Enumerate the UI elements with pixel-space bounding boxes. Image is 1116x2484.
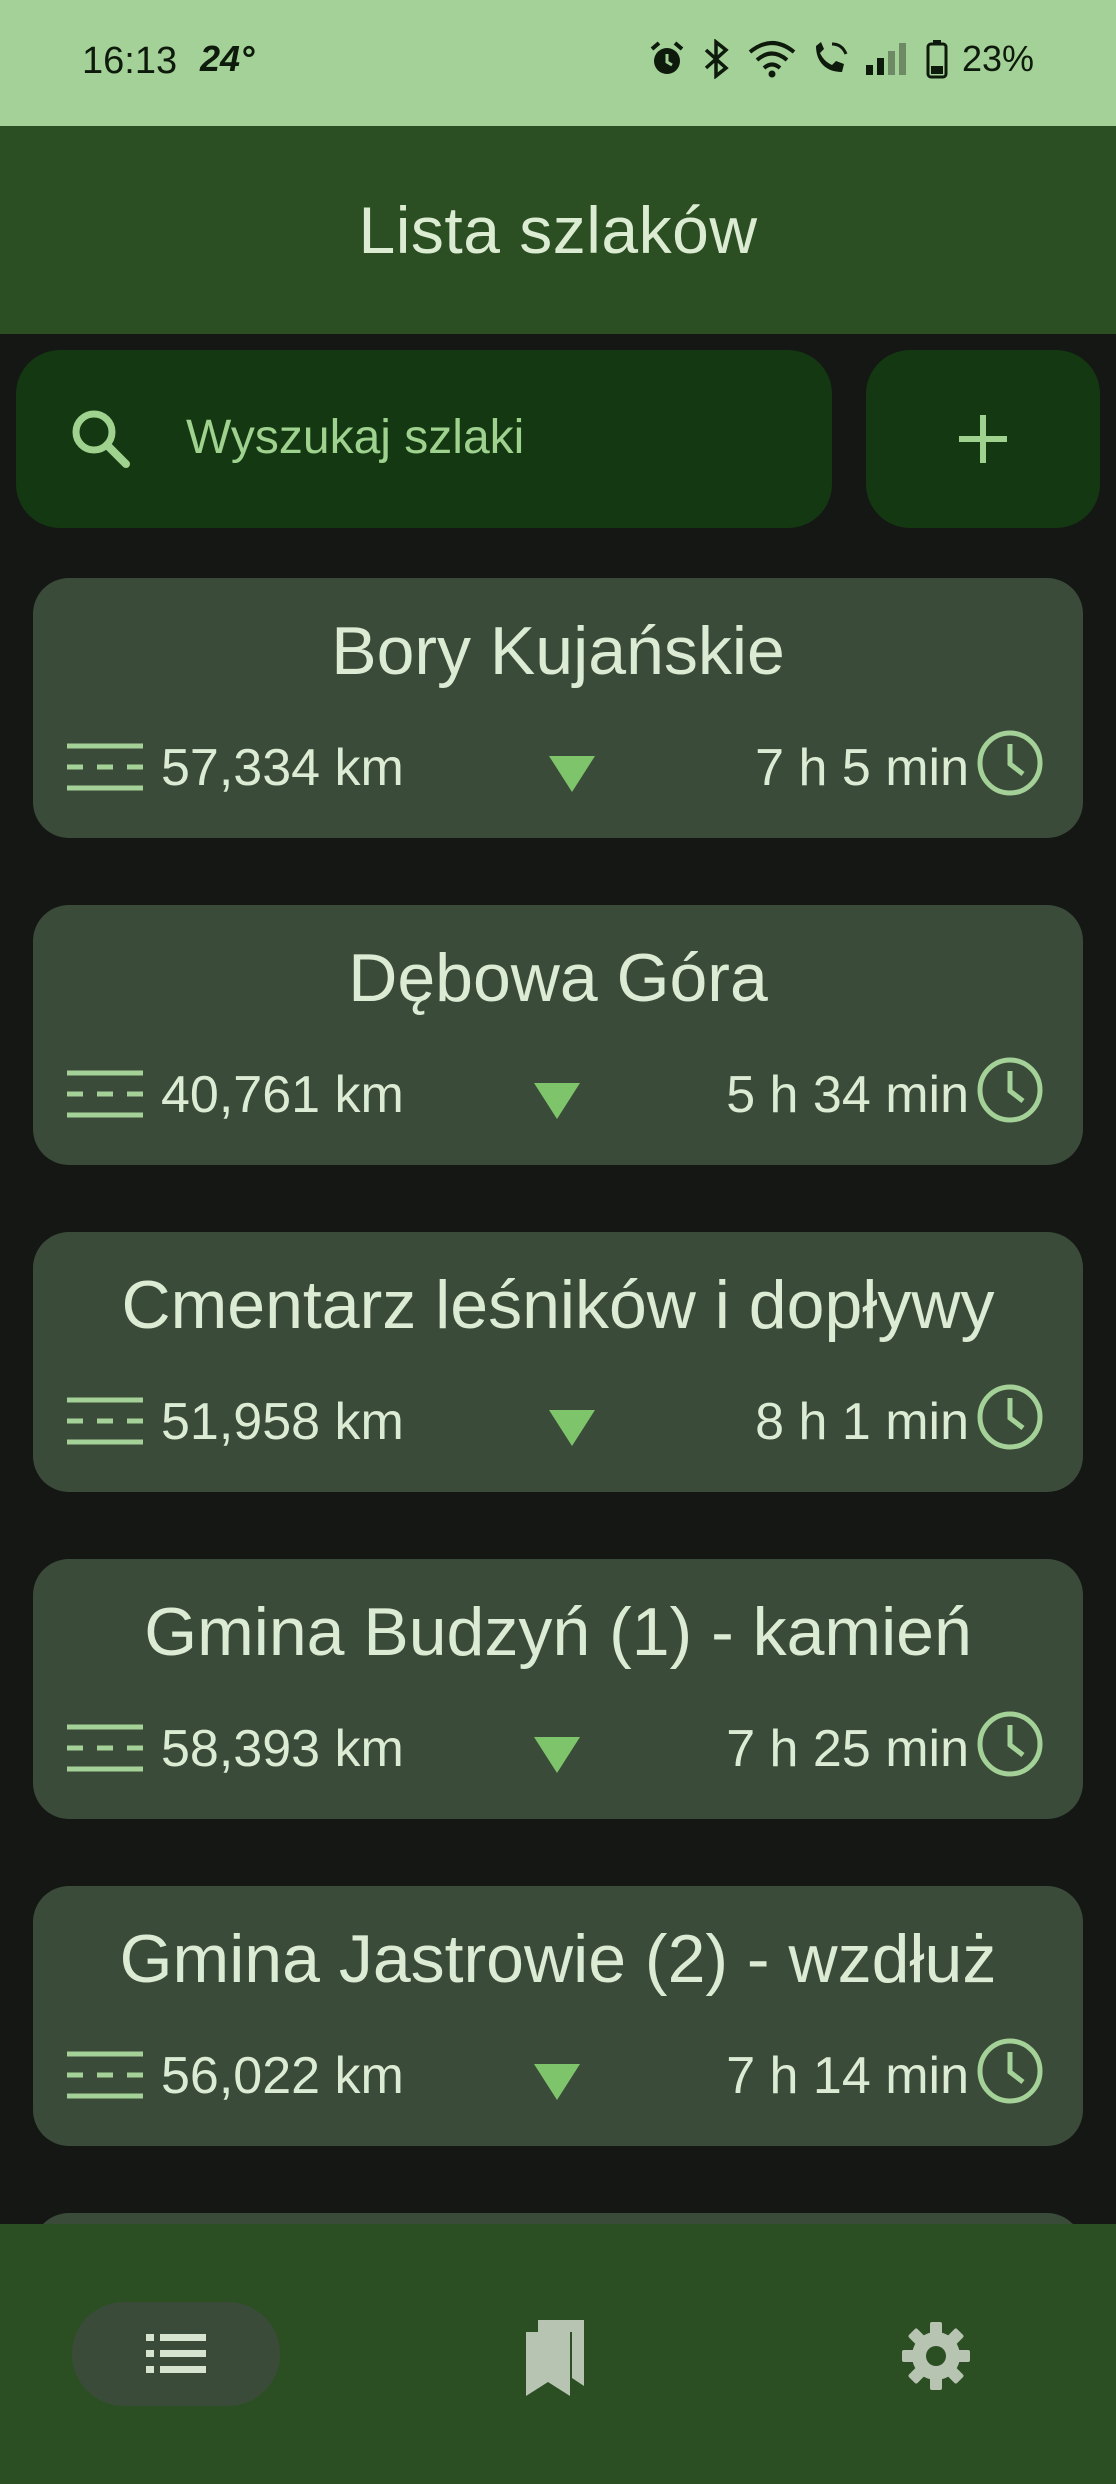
trail-duration: 7 h 25 min	[726, 1720, 969, 1778]
status-time: 16:13	[82, 40, 178, 82]
battery-percent: 23%	[961, 38, 1034, 79]
trail-duration: 7 h 5 min	[755, 739, 969, 797]
trail-card[interactable]: Gmina Jastrowie (2) - wzdłuż 56,022 km 7…	[33, 1886, 1083, 2146]
signal-icon	[865, 43, 906, 75]
distance-icon	[67, 1397, 143, 1445]
trail-distance: 51,958 km	[161, 1393, 404, 1451]
distance-icon	[67, 2051, 143, 2099]
wifi-calling-icon	[815, 42, 848, 72]
clock-icon	[977, 730, 1043, 796]
app-bar: Lista szlaków	[0, 126, 1116, 334]
search-input[interactable]: Wyszukaj szlaki	[16, 350, 832, 528]
alarm-icon	[650, 41, 684, 74]
bookmarks-icon[interactable]	[522, 2318, 592, 2398]
add-trail-button[interactable]	[866, 350, 1100, 528]
expand-arrow-icon[interactable]	[532, 1081, 582, 1121]
distance-icon	[67, 1724, 143, 1772]
trail-distance: 57,334 km	[161, 739, 404, 797]
trail-duration: 7 h 14 min	[726, 2047, 969, 2105]
trail-card[interactable]: Gmina Budzyń (1) - kamień 58,393 km 7 h …	[33, 1559, 1083, 1819]
clock-icon	[977, 1711, 1043, 1777]
settings-icon[interactable]	[900, 2320, 972, 2392]
expand-arrow-icon[interactable]	[547, 1408, 597, 1448]
search-icon	[72, 410, 130, 468]
distance-icon	[67, 1070, 143, 1118]
clock-icon	[977, 1384, 1043, 1450]
search-placeholder: Wyszukaj szlaki	[186, 411, 525, 464]
wifi-icon	[748, 41, 796, 78]
trail-card[interactable]	[33, 2213, 1083, 2224]
trail-duration: 8 h 1 min	[755, 1393, 969, 1451]
trail-duration: 5 h 34 min	[726, 1066, 969, 1124]
status-icons: 23%	[648, 38, 1034, 80]
status-temperature: 24°	[200, 38, 255, 79]
trail-distance: 40,761 km	[161, 1066, 404, 1124]
trail-name: Gmina Budzyń (1) - kamień	[144, 1594, 972, 1670]
trail-distance: 56,022 km	[161, 2047, 404, 2105]
expand-arrow-icon[interactable]	[547, 754, 597, 794]
trail-card[interactable]: Bory Kujańskie 57,334 km 7 h 5 min	[33, 578, 1083, 838]
trail-name: Dębowa Góra	[348, 940, 768, 1016]
trail-card[interactable]: Dębowa Góra 40,761 km 5 h 34 min	[33, 905, 1083, 1165]
trail-name: Bory Kujańskie	[331, 613, 785, 689]
expand-arrow-icon[interactable]	[532, 2062, 582, 2102]
trail-card[interactable]: Cmentarz leśników i dopływy 51,958 km 8 …	[33, 1232, 1083, 1492]
battery-icon	[926, 40, 948, 79]
list-icon[interactable]	[144, 2330, 208, 2378]
trail-distance: 58,393 km	[161, 1720, 404, 1778]
clock-icon	[977, 2038, 1043, 2104]
status-bar: 16:13 24° 23%	[0, 0, 1116, 126]
page-title: Lista szlaków	[358, 193, 758, 267]
trail-name: Gmina Jastrowie (2) - wzdłuż	[119, 1921, 997, 1997]
distance-icon	[67, 743, 143, 791]
bluetooth-icon	[704, 39, 729, 79]
expand-arrow-icon[interactable]	[532, 1735, 582, 1775]
trail-name: Cmentarz leśników i dopływy	[121, 1267, 995, 1343]
plus-icon	[959, 415, 1007, 463]
clock-icon	[977, 1057, 1043, 1123]
bottom-navigation	[0, 2224, 1116, 2484]
